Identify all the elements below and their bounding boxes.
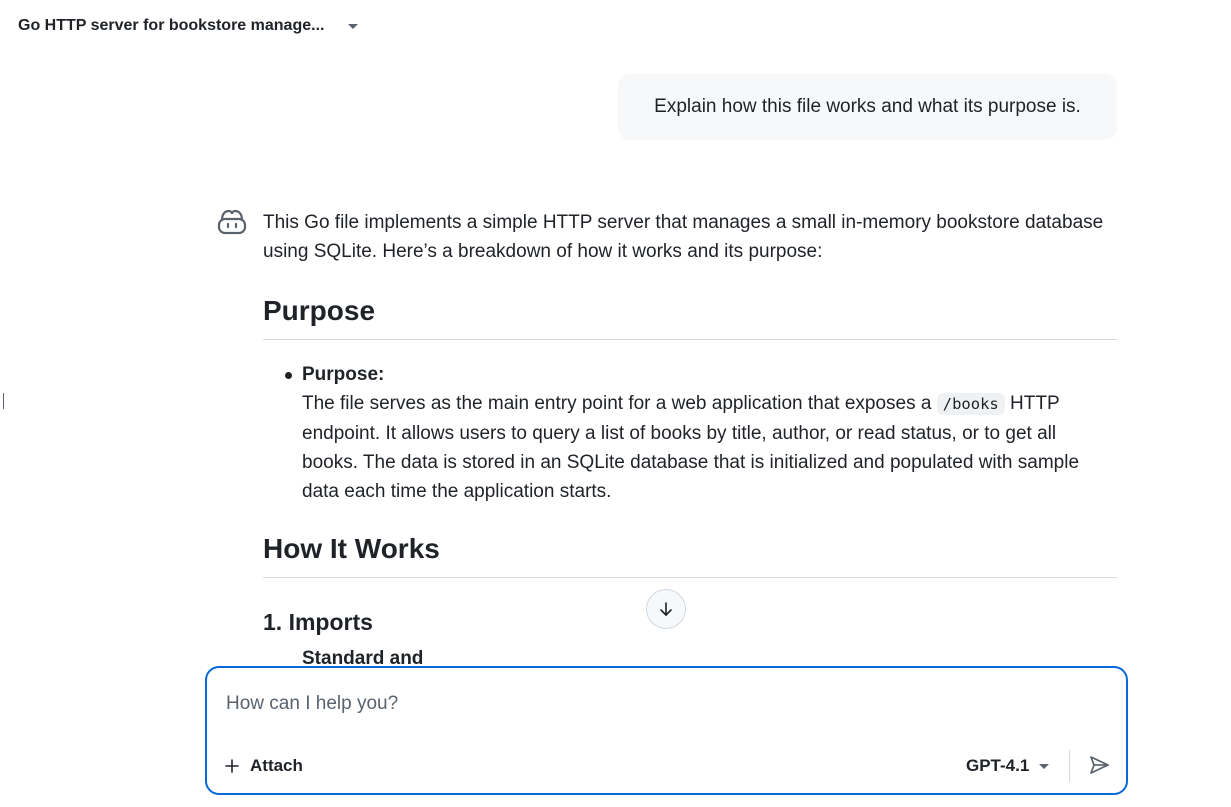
send-button[interactable] (1085, 751, 1113, 779)
purpose-text-before: The file serves as the main entry point … (302, 393, 937, 414)
send-icon (1090, 756, 1109, 774)
plus-icon (225, 759, 239, 773)
scroll-to-bottom-button[interactable] (646, 589, 686, 629)
list-item: Purpose: The file serves as the main ent… (285, 360, 1117, 506)
chat-composer: Attach GPT-4.1 (205, 666, 1128, 795)
assistant-message: This Go file implements a simple HTTP se… (263, 208, 1117, 673)
message-input[interactable] (226, 688, 1106, 720)
model-label: GPT-4.1 (966, 756, 1030, 775)
attach-label: Attach (250, 756, 303, 775)
purpose-list: Purpose: The file serves as the main ent… (263, 360, 1117, 506)
divider (1069, 750, 1070, 782)
chat-page: Go HTTP server for bookstore manage... E… (0, 0, 1231, 807)
chevron-down-icon (348, 23, 359, 29)
user-message-bubble: Explain how this file works and what its… (618, 74, 1117, 140)
resize-handle[interactable] (3, 393, 4, 409)
attach-button[interactable]: Attach (224, 752, 303, 780)
heading-purpose: Purpose (263, 293, 1117, 340)
user-message-text: Explain how this file works and what its… (654, 96, 1081, 117)
copilot-icon (217, 209, 247, 235)
heading-imports: 1. Imports (263, 609, 373, 635)
assistant-intro: This Go file implements a simple HTTP se… (263, 212, 1104, 262)
chevron-down-icon (1039, 763, 1050, 769)
heading-how-it-works: How It Works (263, 531, 1117, 578)
purpose-label: Purpose: (302, 364, 385, 385)
conversation-title-dropdown[interactable]: Go HTTP server for bookstore manage... (18, 12, 359, 40)
inline-code: /books (936, 393, 1005, 415)
bullet-dot (285, 372, 292, 379)
arrow-down-icon (660, 602, 672, 616)
model-picker[interactable]: GPT-4.1 (966, 752, 1050, 780)
conversation-title: Go HTTP server for bookstore manage... (18, 17, 325, 34)
